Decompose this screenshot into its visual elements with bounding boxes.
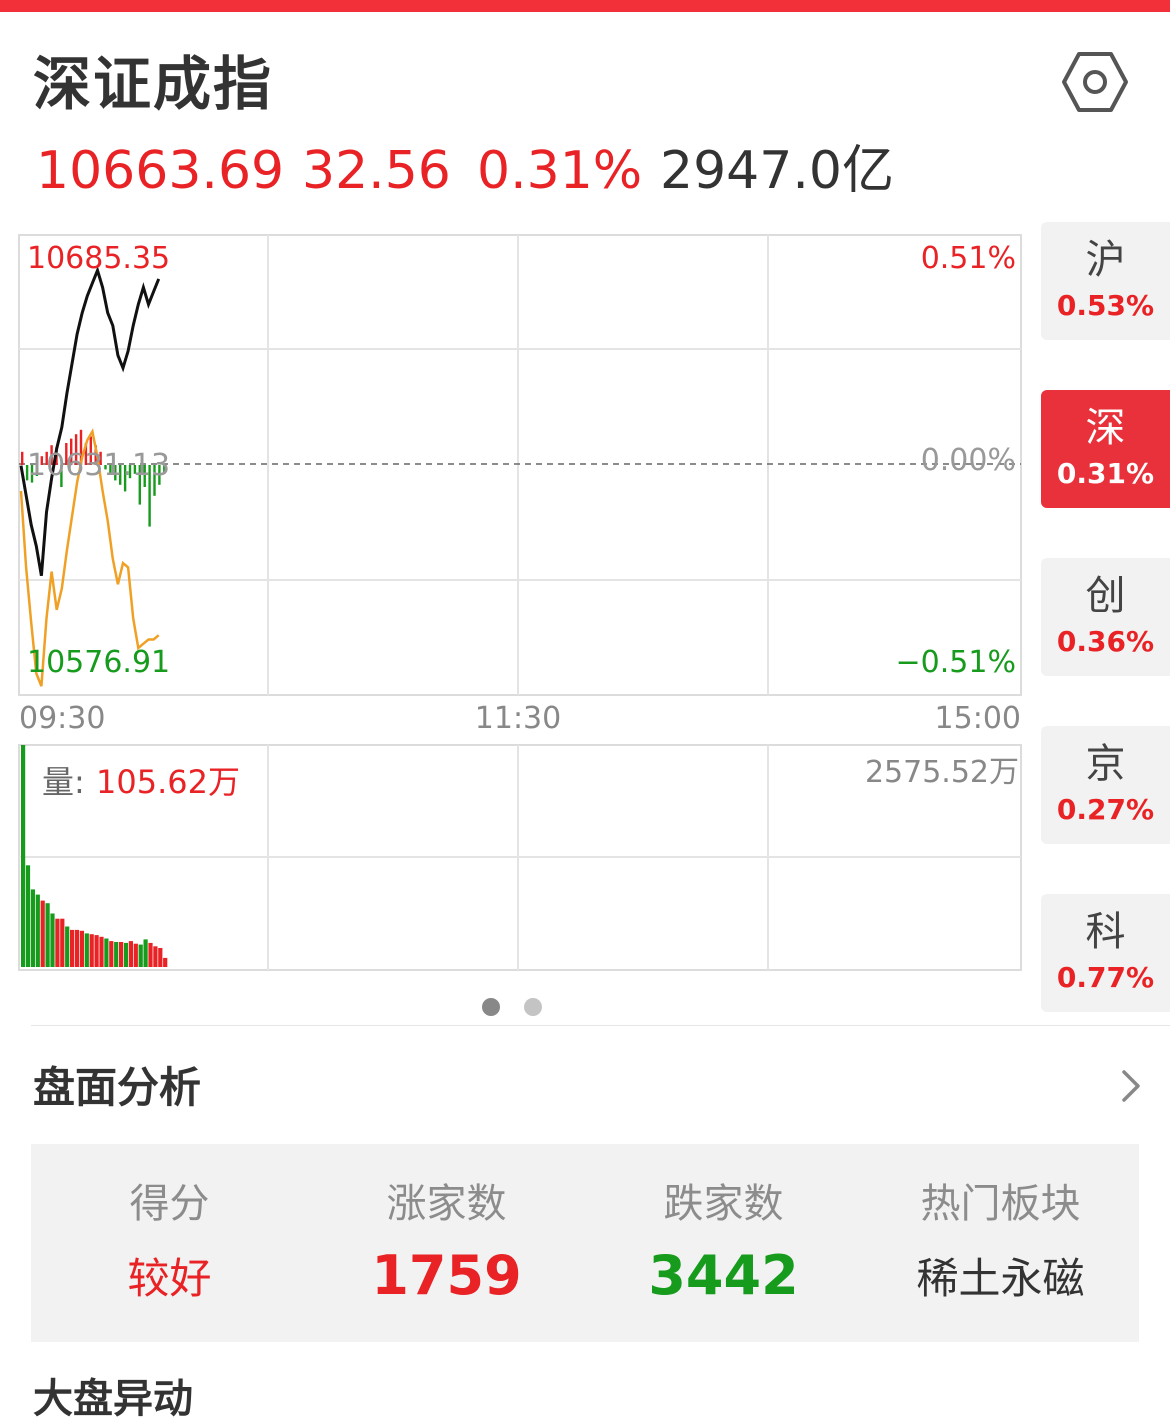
volume-bar	[89, 934, 94, 967]
volume-bar	[138, 944, 143, 967]
stat-label: 跌家数	[663, 1181, 784, 1227]
volume-bar	[94, 935, 99, 967]
volume-label: 量:	[42, 763, 85, 801]
index-price: 10663.69	[36, 141, 285, 201]
side-tab-kc[interactable]: 科 0.77%	[1041, 894, 1170, 1012]
stat-value: 稀土永磁	[916, 1254, 1085, 1303]
upper-pct-label: 0.51%	[921, 241, 1016, 276]
side-tab-pct: 0.53%	[1056, 289, 1155, 322]
volume-bar	[70, 929, 75, 967]
side-tab-sz[interactable]: 深 0.31%	[1041, 390, 1170, 508]
volume-bar	[60, 918, 65, 967]
side-tab-label: 深	[1085, 405, 1126, 451]
side-tab-label: 沪	[1085, 237, 1126, 283]
volume-bar	[84, 933, 89, 967]
volume-bar	[109, 941, 114, 967]
side-tab-pct: 0.36%	[1056, 625, 1155, 658]
volume-bar	[40, 900, 45, 967]
volume-bar	[153, 946, 158, 967]
page-title: 深证成指	[33, 50, 274, 118]
side-tab-pct: 0.77%	[1056, 961, 1155, 994]
intraday-chart[interactable]: 10685.35 10631.13 10576.91 0.51% 0.00% −…	[0, 225, 1030, 985]
stat-label: 得分	[129, 1181, 210, 1227]
stat-value: 较好	[127, 1254, 212, 1303]
top-accent-bar	[0, 0, 1170, 12]
volume-bar	[79, 930, 84, 967]
analysis-section-title: 盘面分析	[33, 1063, 202, 1112]
volume-bar	[119, 942, 124, 967]
side-tab-label: 京	[1085, 741, 1126, 787]
time-end-label: 15:00	[935, 701, 1021, 736]
side-tab-sh[interactable]: 沪 0.53%	[1041, 222, 1170, 340]
lower-pct-label: −0.51%	[896, 645, 1016, 680]
volume-bar	[133, 943, 138, 967]
stat-value: 1759	[371, 1244, 522, 1307]
volume-bar	[55, 918, 60, 967]
volume-bar	[45, 903, 50, 967]
analysis-stats-panel[interactable]: 得分 较好 涨家数 1759 跌家数 3442 热门板块 稀土永磁	[31, 1144, 1139, 1342]
stat-decliners: 跌家数 3442	[585, 1144, 862, 1342]
side-tab-cy[interactable]: 创 0.36%	[1041, 558, 1170, 676]
next-section-title: 大盘异动	[33, 1376, 193, 1422]
volume-bar	[104, 938, 109, 967]
stat-value: 3442	[648, 1244, 799, 1307]
lower-price-label: 10576.91	[27, 645, 170, 680]
volume-bar	[123, 942, 129, 967]
divider	[31, 1025, 1170, 1026]
side-tab-label: 科	[1085, 909, 1126, 955]
time-mid-label: 11:30	[475, 701, 561, 736]
side-tab-bj[interactable]: 京 0.27%	[1041, 726, 1170, 844]
stat-advancers: 涨家数 1759	[308, 1144, 585, 1342]
volume-bar	[30, 889, 35, 967]
turnover-amount: 2947.0亿	[660, 141, 894, 201]
zero-pct-label: 0.00%	[921, 443, 1016, 478]
volume-bar	[143, 939, 148, 967]
stat-score: 得分 较好	[31, 1144, 308, 1342]
volume-bar	[74, 929, 80, 967]
volume-bar	[65, 926, 70, 967]
page-indicator-dot[interactable]	[524, 998, 542, 1016]
volume-bar	[50, 913, 55, 967]
diff-bar	[21, 451, 24, 465]
volume-bar	[21, 745, 26, 967]
stat-label: 热门板块	[920, 1181, 1081, 1227]
side-tab-label: 创	[1085, 573, 1126, 619]
index-change-pct: 0.31%	[477, 141, 643, 201]
side-tab-pct: 0.27%	[1056, 793, 1155, 826]
side-tab-pct: 0.31%	[1056, 457, 1155, 490]
upper-price-label: 10685.35	[27, 241, 170, 276]
volume-max-label: 2575.52万	[865, 755, 1019, 790]
volume-bar	[158, 948, 163, 967]
volume-bar	[148, 942, 153, 967]
page-indicator-dot-active[interactable]	[482, 998, 500, 1016]
price-line	[19, 265, 161, 577]
stat-label: 涨家数	[386, 1181, 507, 1227]
index-change: 32.56	[302, 141, 451, 201]
volume-bar	[163, 957, 168, 967]
stat-hot-sector: 热门板块 稀土永磁	[862, 1144, 1139, 1342]
volume-bar	[99, 936, 104, 967]
time-start-label: 09:30	[19, 701, 105, 736]
volume-bar	[25, 865, 31, 967]
hexagon-settings-icon[interactable]	[1060, 50, 1130, 114]
volume-bar	[35, 894, 40, 967]
volume-value: 105.62万	[96, 763, 240, 801]
volume-bar	[128, 941, 133, 967]
volume-bar	[114, 942, 119, 967]
chevron-right-icon[interactable]	[1112, 1066, 1148, 1106]
prev-close-label: 10631.13	[27, 448, 170, 483]
